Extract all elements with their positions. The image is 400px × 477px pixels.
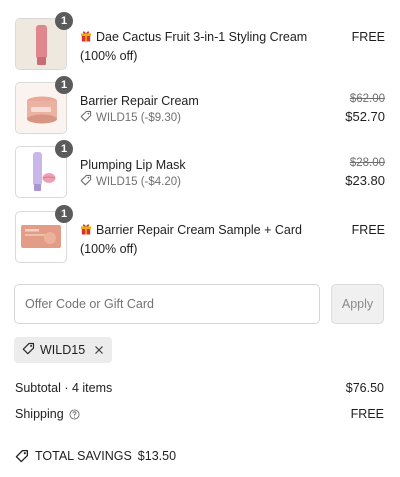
product-name-text: Barrier Repair Cream Sample + Card (100%… [80, 223, 302, 256]
item-price: $23.80 [345, 173, 385, 188]
total-savings: TOTAL SAVINGS $13.50 [15, 449, 176, 463]
shipping-label: Shipping [15, 407, 64, 421]
product-thumbnail[interactable]: 1 [15, 12, 73, 70]
original-price: $28.00 [349, 157, 385, 169]
apply-button[interactable]: Apply [331, 284, 384, 324]
product-name: Dae Cactus Fruit 3-in-1 Styling Cream (1… [80, 28, 330, 65]
shipping-row: Shipping FREE [15, 407, 384, 421]
tag-icon [22, 342, 35, 358]
item-price: $52.70 [345, 109, 385, 124]
product-name-text: Dae Cactus Fruit 3-in-1 Styling Cream (1… [80, 30, 308, 63]
price-column: $28.00 $23.80 [345, 156, 385, 190]
item-price: FREE [351, 30, 385, 44]
savings-label: TOTAL SAVINGS [35, 449, 132, 463]
applied-code-text: WILD15 [40, 343, 86, 357]
tag-icon [15, 449, 29, 463]
product-thumbnail[interactable]: 1 [15, 140, 73, 198]
tag-icon [80, 174, 92, 189]
shipping-value: FREE [350, 407, 384, 421]
gift-icon [80, 29, 92, 47]
discount-text: WILD15 (-$4.20) [96, 175, 182, 188]
quantity-badge: 1 [55, 12, 73, 30]
tag-icon [80, 110, 92, 125]
offer-code-input[interactable] [14, 284, 320, 324]
product-thumbnail[interactable]: 1 [15, 76, 73, 134]
cart-item: 1 Plumping Lip Mask WILD15 (-$4.20) $28.… [15, 140, 385, 198]
quantity-badge: 1 [55, 140, 73, 158]
product-thumbnail[interactable]: 1 [15, 205, 73, 263]
help-icon[interactable] [69, 408, 80, 420]
cart-item: 1 Barrier Repair Cream Sample + Card (10… [15, 205, 385, 263]
discount-text: WILD15 (-$9.30) [96, 111, 182, 124]
product-name-text: Plumping Lip Mask [80, 158, 186, 172]
product-name: Barrier Repair Cream Sample + Card (100%… [80, 221, 330, 258]
shipping-label-group: Shipping [15, 407, 80, 421]
item-price: FREE [351, 223, 385, 237]
price-column: FREE [352, 221, 385, 239]
price-column: $62.00 $52.70 [345, 92, 385, 126]
savings-value: $13.50 [137, 449, 177, 463]
quantity-badge: 1 [55, 76, 73, 94]
original-price: $62.00 [349, 93, 385, 105]
discount-line: WILD15 (-$4.20) [80, 174, 181, 189]
price-column: FREE [352, 28, 385, 46]
quantity-badge: 1 [55, 205, 73, 223]
remove-code-icon[interactable] [94, 345, 104, 355]
applied-discount-chip: WILD15 [14, 337, 113, 363]
discount-line: WILD15 (-$9.30) [80, 110, 181, 125]
subtotal-row: Subtotal · 4 items $76.50 [15, 381, 384, 395]
cart-item: 1 Dae Cactus Fruit 3-in-1 Styling Cream … [15, 12, 385, 70]
product-name: Plumping Lip Mask [80, 156, 330, 174]
subtotal-label: Subtotal · 4 items [15, 381, 113, 395]
product-name-text: Barrier Repair Cream [80, 94, 199, 108]
product-name: Barrier Repair Cream [80, 92, 330, 110]
subtotal-value: $76.50 [345, 381, 384, 395]
gift-icon [80, 222, 92, 240]
cart-item: 1 Barrier Repair Cream WILD15 (-$9.30) $… [15, 76, 385, 134]
